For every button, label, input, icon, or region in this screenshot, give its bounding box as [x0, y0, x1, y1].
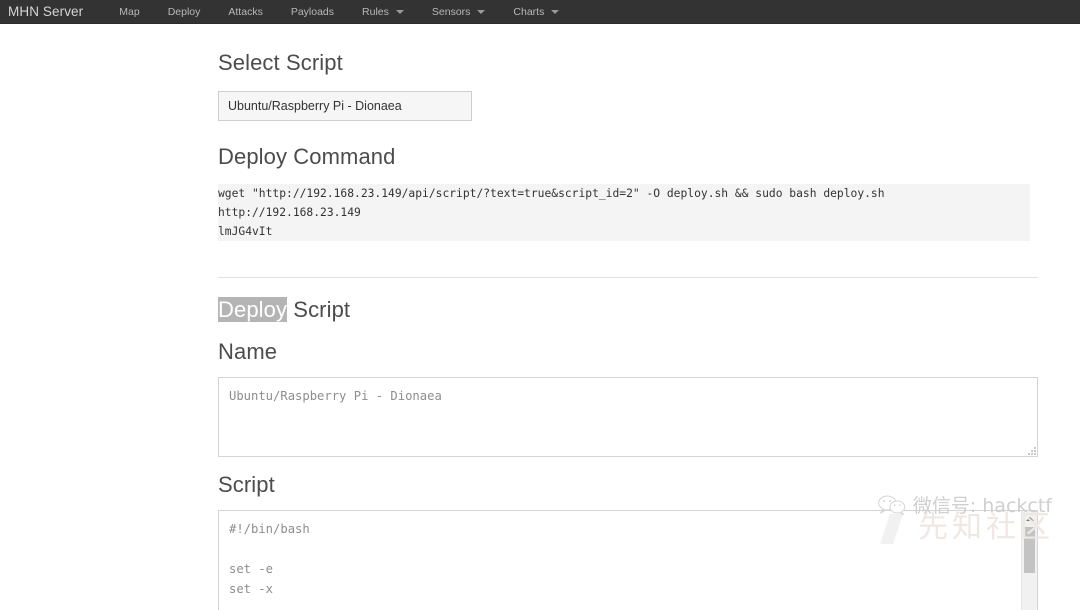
top-navbar: MHN Server Map Deploy Attacks Payloads R… [0, 0, 1080, 24]
nav-item-charts[interactable]: Charts [499, 0, 573, 24]
scroll-up-icon[interactable] [1022, 511, 1037, 526]
nav-item-label: Deploy [167, 5, 201, 18]
nav-item-list: Map Deploy Attacks Payloads Rules Sensor… [105, 0, 573, 24]
script-input[interactable] [218, 510, 1038, 610]
select-script-heading: Select Script [218, 50, 343, 75]
scrollbar-thumb[interactable] [1024, 527, 1035, 573]
script-label: Script [218, 472, 275, 497]
script-textarea-wrap [218, 510, 1038, 610]
nav-item-label: Attacks [228, 5, 263, 18]
deploy-command-heading: Deploy Command [218, 144, 396, 169]
nav-item-label: Map [119, 5, 140, 18]
chevron-down-icon [395, 9, 404, 14]
deploy-command-line-2: lmJG4vIt [218, 225, 273, 238]
nav-item-attacks[interactable]: Attacks [214, 0, 276, 24]
select-script-field-wrap: Ubuntu/Raspberry Pi - Dionaea [218, 91, 1038, 121]
nav-item-map[interactable]: Map [105, 0, 153, 24]
deploy-command-line-1: wget "http://192.168.23.149/api/script/?… [218, 187, 885, 219]
chevron-down-icon [477, 9, 486, 14]
nav-item-label: Charts [513, 5, 545, 18]
deploy-script-heading: Deploy Script [218, 297, 1038, 323]
nav-item-sensors[interactable]: Sensors [418, 0, 500, 24]
brand-logo[interactable]: MHN Server [8, 4, 83, 19]
name-input[interactable] [218, 377, 1038, 457]
script-scrollbar[interactable] [1021, 511, 1037, 610]
chevron-down-icon [551, 9, 560, 14]
main-content: Select Script Ubuntu/Raspberry Pi - Dion… [0, 24, 1080, 610]
name-textarea-wrap [218, 377, 1038, 457]
nav-item-label: Payloads [290, 5, 335, 18]
nav-item-deploy[interactable]: Deploy [154, 0, 215, 24]
nav-item-payloads[interactable]: Payloads [277, 0, 348, 24]
deploy-script-heading-rest: Script [287, 297, 351, 322]
nav-item-label: Rules [362, 5, 389, 18]
script-select[interactable]: Ubuntu/Raspberry Pi - Dionaea [218, 91, 472, 121]
nav-item-rules[interactable]: Rules [348, 0, 418, 24]
name-label: Name [218, 339, 278, 364]
selected-text-highlight: Deploy [218, 297, 288, 322]
deploy-command-code[interactable]: wget "http://192.168.23.149/api/script/?… [218, 184, 1030, 241]
nav-item-label: Sensors [431, 5, 471, 18]
